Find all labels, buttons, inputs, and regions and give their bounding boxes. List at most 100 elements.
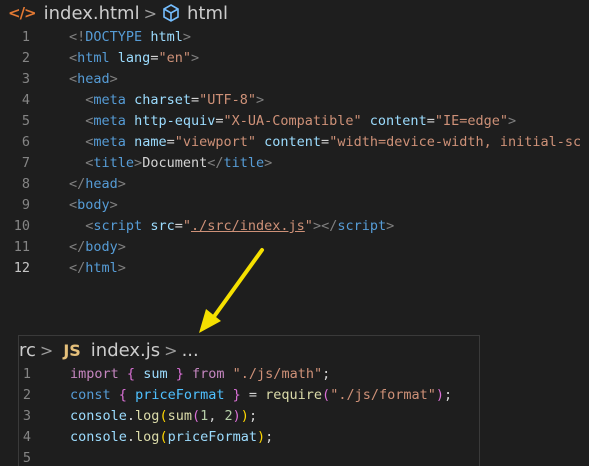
code-token: ) [256,429,266,445]
code-token: = [190,92,200,108]
code-token: } [175,366,184,382]
html-code-editor[interactable]: 1 <!DOCTYPE html> 2 <html lang="en"> 3 <head>… [0,27,589,279]
code-token: < [69,197,78,213]
code-token: ></ [312,218,338,234]
code-line[interactable]: 2 <html lang="en"> [0,48,589,69]
line-number: 2 [22,387,31,403]
breadcrumb-file-name[interactable]: index.js [91,340,160,361]
code-line[interactable]: 9 <body> [0,195,589,216]
code-token: > [182,29,191,45]
code-line[interactable]: 1 <!DOCTYPE html> [0,27,589,48]
code-line[interactable]: 3 <head> [0,69,589,90]
code-token: ) [232,408,241,424]
code-token: "en" [158,50,191,66]
js-file-icon: JS [63,340,81,360]
js-code-editor[interactable]: 1 import { sum } from "./js/math"; 2 const … [19,364,479,466]
code-token: ( [159,429,168,445]
code-token: meta [93,92,126,108]
code-line[interactable]: 4 <meta charset="UTF-8"> [0,90,589,111]
code-token[interactable]: ./src/index.js [191,218,305,234]
code-token: > [256,92,265,108]
code-token: > [109,197,118,213]
line-number: 5 [21,113,30,129]
code-line[interactable]: 4 console.log(priceFormat); [19,427,479,448]
html-file-icon: </> [8,4,37,22]
code-token: body [85,239,118,255]
code-token: import [70,366,119,382]
line-number: 12 [13,260,30,276]
code-token: sum [143,366,168,382]
chevron-right-icon: > [143,3,157,23]
code-token: script [337,218,387,234]
code-token: title [223,155,265,171]
breadcrumb-symbol[interactable]: html [187,3,228,24]
code-token: head [85,176,118,192]
breadcrumb-file-name[interactable]: index.html [44,3,140,24]
code-line[interactable]: 12 </html> [0,258,589,279]
line-number: 10 [13,218,30,234]
code-token: console [70,408,127,424]
code-token: "IE=edge" [434,113,508,129]
code-line[interactable]: 11 </body> [0,237,589,258]
code-token: > [117,239,126,255]
code-token: log [135,408,160,424]
js-editor-panel: rc > JS index.js > ... 1 import { sum } f… [18,335,480,466]
code-token: > [190,50,200,66]
code-token: Document [142,155,208,171]
code-line[interactable]: 7 <title>Document</title> [0,153,589,174]
line-number: 11 [13,239,30,255]
code-token: "width=device-width, initial-sc [329,134,582,150]
code-token: = [426,113,435,129]
code-token: > [117,176,126,192]
code-token: " [182,218,191,234]
code-token: body [77,197,110,213]
js-breadcrumb: rc > JS index.js > ... [19,336,479,364]
code-line[interactable]: 5 [19,448,479,466]
line-number: 3 [21,71,30,87]
code-line[interactable]: 2 const { priceFormat } = require("./js/f… [19,385,479,406]
line-number: 4 [21,92,30,108]
code-token: { [126,366,136,382]
code-line[interactable]: 3 console.log(sum(1, 2)); [19,406,479,427]
line-number: 1 [21,29,30,45]
code-token: = [321,134,330,150]
code-token: </ [69,176,86,192]
code-line[interactable]: 5 <meta http-equiv="X-UA-Compatible" con… [0,111,589,132]
breadcrumb-folder-fragment[interactable]: rc [19,340,36,361]
code-token: sum [167,408,192,424]
code-token: from [192,366,225,382]
code-token: > [109,71,118,87]
code-line[interactable]: 10 <script src="./src/index.js"></script… [0,216,589,237]
code-token: ( [191,408,201,424]
code-token: meta [93,113,126,129]
code-token: script [93,218,143,234]
code-token: > [264,155,273,171]
code-token: . [126,408,136,424]
code-token: ; [265,429,274,445]
code-token: require [265,387,323,403]
code-token: charset [134,92,191,108]
code-token: DOCTYPE [85,29,143,45]
code-token: , [208,408,225,424]
code-line[interactable]: 1 import { sum } from "./js/math"; [19,364,479,385]
code-line[interactable]: 8 </head> [0,174,589,195]
code-token: ; [248,408,258,424]
code-token: = [240,387,266,403]
breadcrumb-symbol[interactable]: ... [182,340,199,361]
code-token: name [134,134,167,150]
code-line[interactable]: 6 <meta name="viewport" content="width=d… [0,132,589,153]
code-token: ( [322,387,331,403]
